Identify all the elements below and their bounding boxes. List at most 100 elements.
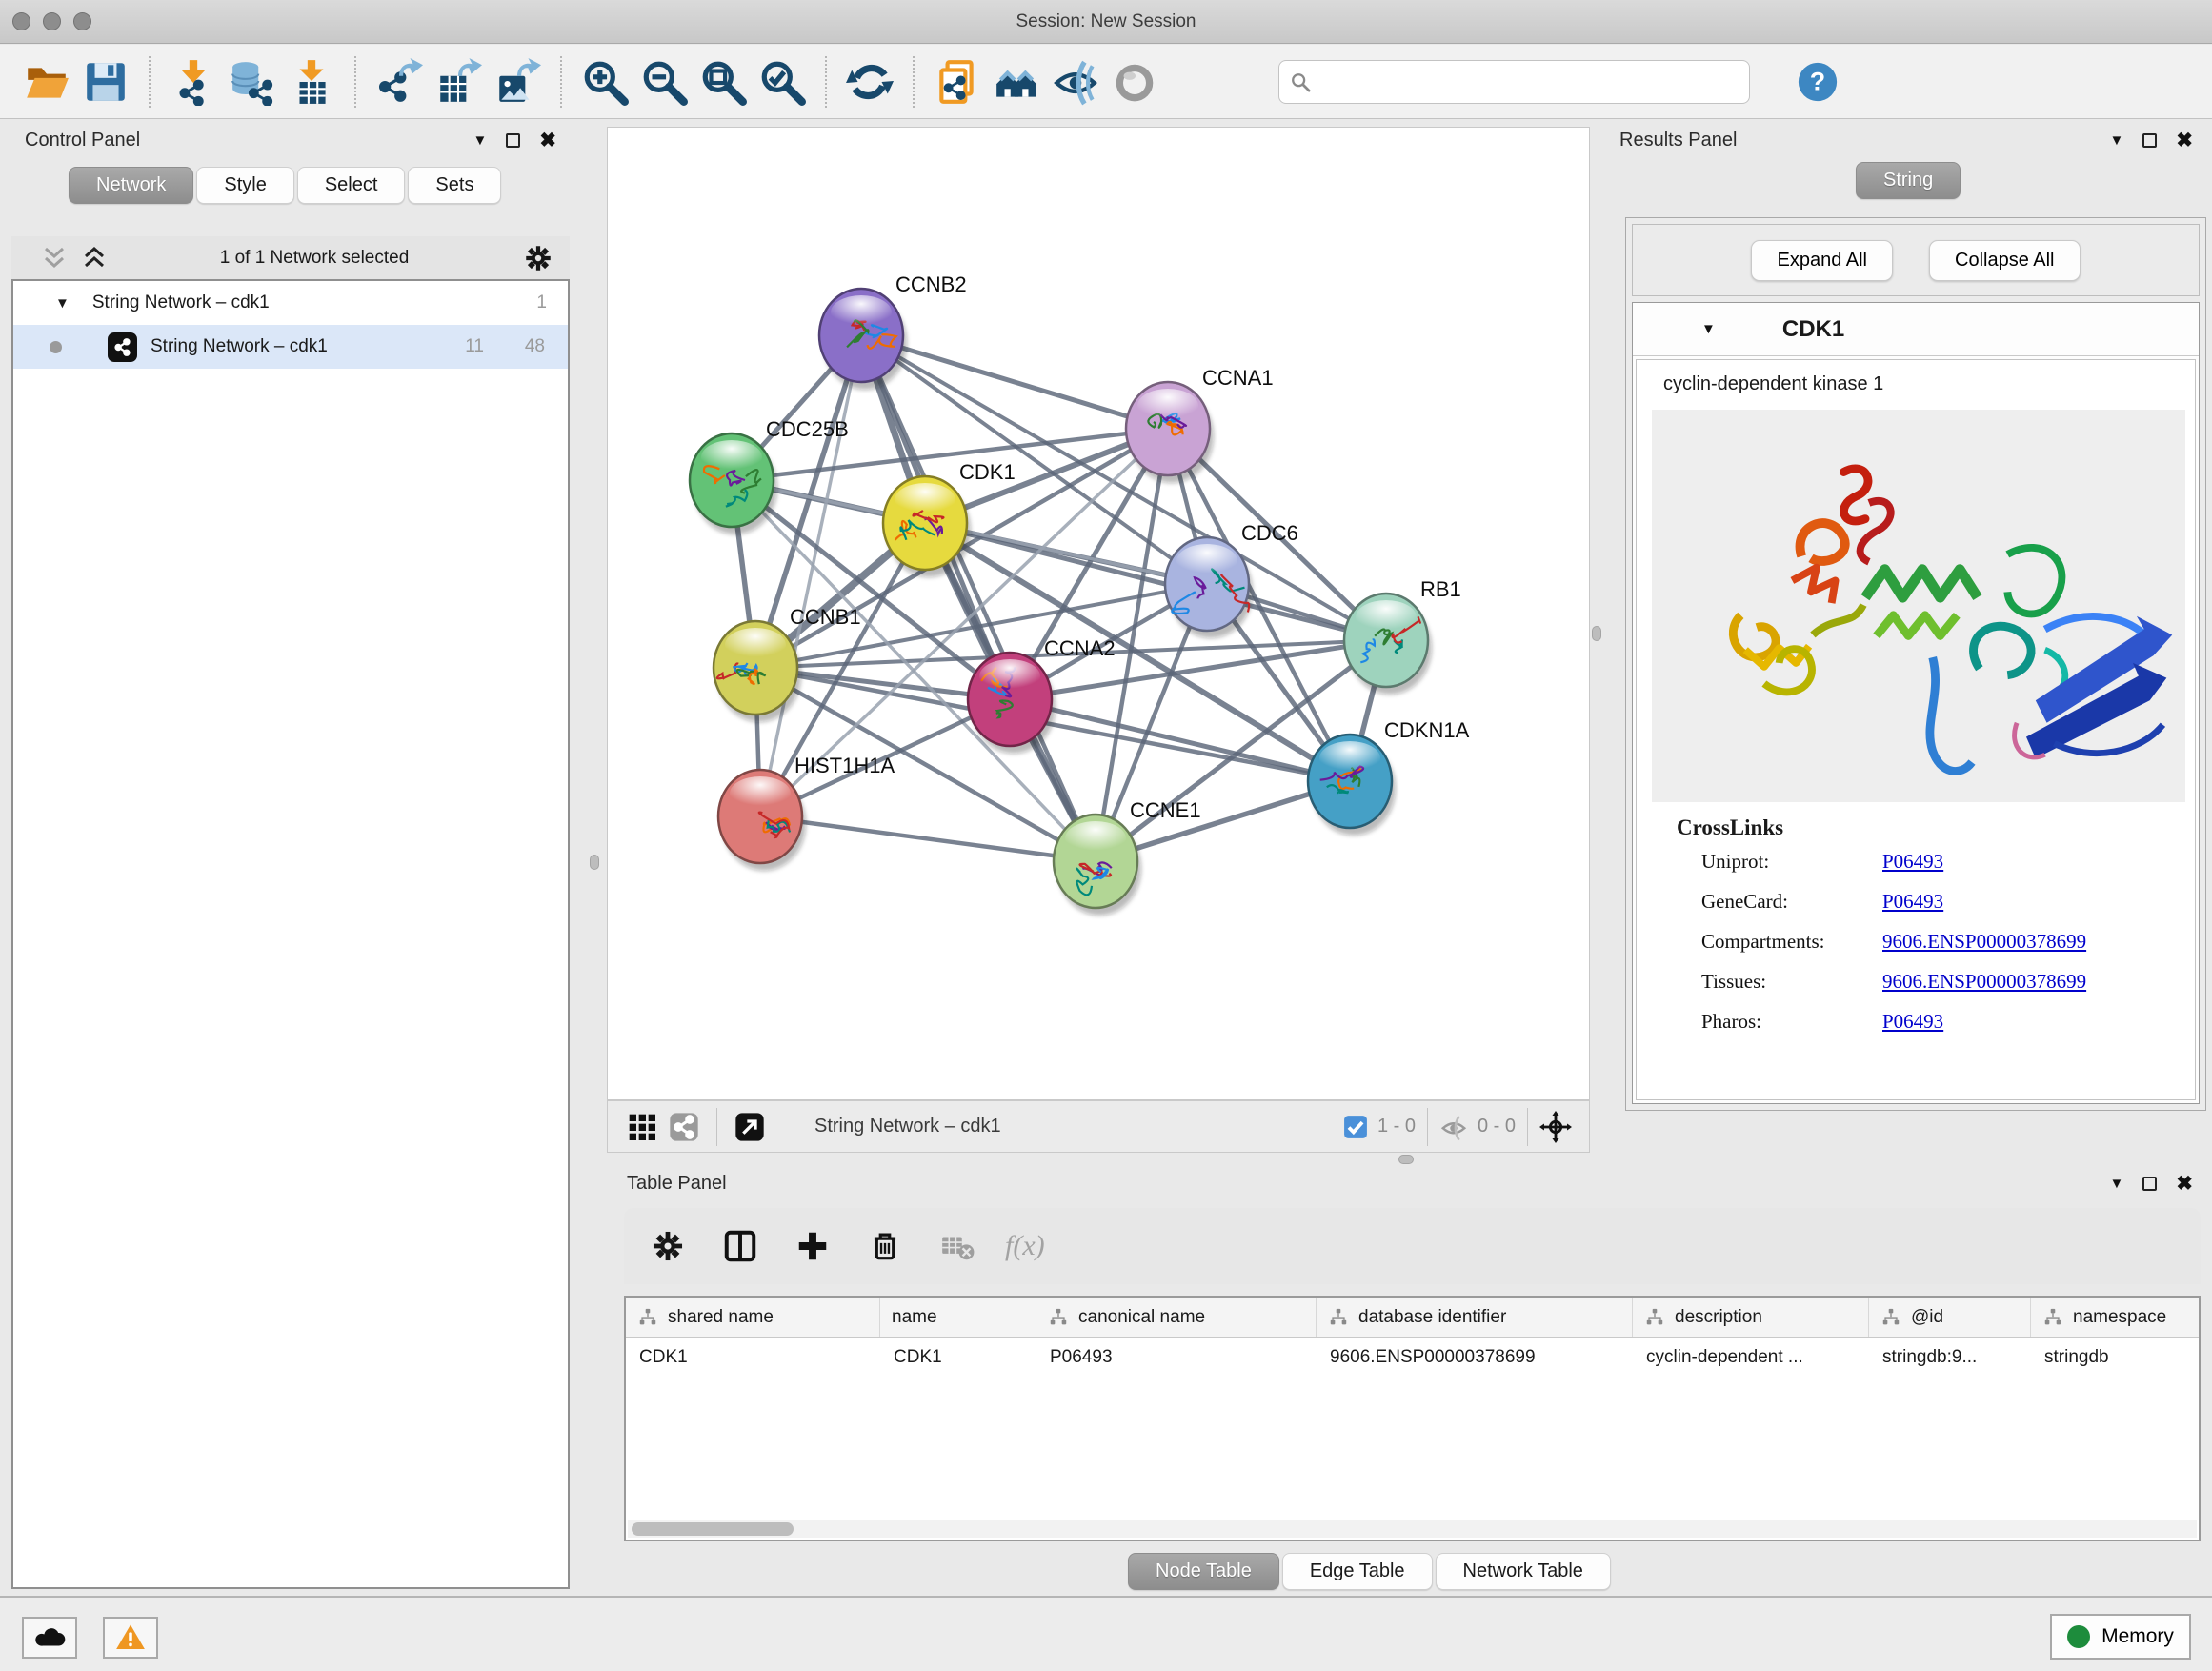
crosslink-value-link[interactable]: 9606.ENSP00000378699 bbox=[1882, 930, 2086, 954]
table-cell[interactable]: 9606.ENSP00000378699 bbox=[1317, 1338, 1633, 1378]
table-cell[interactable]: CDK1 bbox=[626, 1338, 880, 1378]
network-node-rb1[interactable] bbox=[1344, 594, 1432, 695]
hide-panels-button[interactable] bbox=[1046, 52, 1105, 111]
collapse-all-icon[interactable] bbox=[42, 246, 67, 271]
network-node-cdc25b[interactable] bbox=[690, 433, 777, 534]
tab-node-table[interactable]: Node Table bbox=[1128, 1553, 1279, 1590]
network-node-ccnb2[interactable] bbox=[819, 289, 907, 390]
table-cell[interactable]: stringdb:9... bbox=[1869, 1338, 2031, 1378]
zoom-fit-button[interactable] bbox=[694, 52, 753, 111]
table-horizontal-scrollbar[interactable] bbox=[628, 1520, 2197, 1538]
string-view-button[interactable] bbox=[663, 1106, 705, 1148]
expand-all-button[interactable]: Expand All bbox=[1751, 240, 1893, 281]
left-splitter-handle[interactable] bbox=[590, 855, 599, 870]
bottom-splitter-handle[interactable] bbox=[1398, 1155, 1414, 1164]
network-edge-ccnb2-hist1h1a[interactable] bbox=[760, 335, 861, 816]
table-row[interactable]: CDK1CDK1P064939606.ENSP00000378699cyclin… bbox=[626, 1338, 2199, 1378]
fit-content-crosshair-icon[interactable] bbox=[1539, 1111, 1572, 1143]
column-header-namespace[interactable]: namespace bbox=[2031, 1298, 2201, 1337]
column-header-shared-name[interactable]: shared name bbox=[626, 1298, 880, 1337]
refresh-button[interactable] bbox=[840, 52, 899, 111]
birdseye-grid-button[interactable] bbox=[621, 1106, 663, 1148]
column-header-description[interactable]: description bbox=[1633, 1298, 1869, 1337]
protein-section-header[interactable]: ▼ CDK1 bbox=[1633, 303, 2199, 356]
table-panel-close-icon[interactable]: ✖ bbox=[2176, 1174, 2193, 1194]
network-node-ccna1[interactable] bbox=[1126, 382, 1214, 483]
tab-network[interactable]: Network bbox=[69, 167, 193, 204]
help-button[interactable]: ? bbox=[1796, 60, 1840, 104]
memory-label: Memory bbox=[2101, 1625, 2174, 1648]
collapse-all-button[interactable]: Collapse All bbox=[1929, 240, 2081, 281]
function-builder-icon[interactable]: f(x) bbox=[1005, 1230, 1045, 1262]
network-node-ccna2[interactable] bbox=[968, 653, 1056, 754]
table-panel-collapse-icon[interactable]: ▼ bbox=[2110, 1176, 2124, 1192]
delete-table-button[interactable] bbox=[933, 1221, 982, 1271]
network-node-cdkn1a[interactable] bbox=[1308, 735, 1396, 836]
network-node-cdk1[interactable] bbox=[883, 476, 971, 577]
search-input[interactable] bbox=[1278, 60, 1750, 104]
crosslink-value-link[interactable]: P06493 bbox=[1882, 1010, 1943, 1034]
network-row[interactable]: String Network – cdk1 11 48 bbox=[13, 325, 568, 369]
column-header-canonical-name[interactable]: canonical name bbox=[1036, 1298, 1317, 1337]
memory-button[interactable]: Memory bbox=[2050, 1614, 2191, 1660]
network-node-cdc6[interactable] bbox=[1165, 537, 1253, 638]
import-database-button[interactable] bbox=[223, 52, 282, 111]
import-table-button[interactable] bbox=[282, 52, 341, 111]
network-edge-hist1h1a-ccne1[interactable] bbox=[760, 816, 1096, 861]
network-node-ccne1[interactable] bbox=[1054, 815, 1141, 916]
save-button[interactable] bbox=[76, 52, 135, 111]
zoom-out-button[interactable] bbox=[634, 52, 694, 111]
selected-checkbox-icon[interactable] bbox=[1343, 1115, 1368, 1139]
delete-column-button[interactable] bbox=[860, 1221, 910, 1271]
crosslink-value-link[interactable]: 9606.ENSP00000378699 bbox=[1882, 970, 2086, 994]
crosslink-value-link[interactable]: P06493 bbox=[1882, 890, 1943, 914]
results-panel-float-icon[interactable] bbox=[2142, 133, 2157, 148]
collection-expander-icon[interactable]: ▼ bbox=[55, 295, 70, 312]
expand-all-icon[interactable] bbox=[82, 246, 107, 271]
network-options-gear-icon[interactable] bbox=[522, 242, 554, 274]
network-edge-ccnb2-ccna1[interactable] bbox=[861, 335, 1168, 429]
control-panel-float-icon[interactable] bbox=[506, 133, 520, 148]
protein-expander-icon[interactable]: ▼ bbox=[1701, 321, 1716, 337]
table-options-gear-button[interactable] bbox=[643, 1221, 693, 1271]
zoom-in-button[interactable] bbox=[575, 52, 634, 111]
export-table-button[interactable] bbox=[429, 52, 488, 111]
open-in-new-window-button[interactable] bbox=[729, 1106, 771, 1148]
show-columns-button[interactable] bbox=[715, 1221, 765, 1271]
network-edge-ccnb2-ccne1[interactable] bbox=[861, 335, 1096, 861]
right-splitter-handle[interactable] bbox=[1592, 626, 1601, 641]
table-cell[interactable]: cyclin-dependent ... bbox=[1633, 1338, 1869, 1378]
crosslink-value-link[interactable]: P06493 bbox=[1882, 850, 1943, 874]
network-canvas[interactable]: CCNB2CCNA1CDC25BCDK1CDC6RB1CCNB1CCNA2CDK… bbox=[607, 127, 1590, 1100]
show-panels-button[interactable] bbox=[1105, 52, 1164, 111]
export-network-button[interactable] bbox=[370, 52, 429, 111]
zoom-selected-button[interactable] bbox=[753, 52, 812, 111]
table-cell[interactable]: CDK1 bbox=[880, 1338, 1036, 1378]
tab-sets[interactable]: Sets bbox=[408, 167, 501, 204]
import-network-button[interactable] bbox=[164, 52, 223, 111]
warnings-button[interactable] bbox=[103, 1617, 158, 1659]
open-button[interactable] bbox=[17, 52, 76, 111]
column-header-name[interactable]: name bbox=[880, 1298, 1036, 1337]
scrollbar-thumb[interactable] bbox=[632, 1522, 794, 1536]
bundled-apps-button[interactable] bbox=[987, 52, 1046, 111]
add-column-button[interactable] bbox=[788, 1221, 837, 1271]
table-cell[interactable]: stringdb bbox=[2031, 1338, 2201, 1378]
table-cell[interactable]: P06493 bbox=[1036, 1338, 1317, 1378]
cloud-status-button[interactable] bbox=[22, 1617, 77, 1659]
column-header--id[interactable]: @id bbox=[1869, 1298, 2031, 1337]
results-panel-close-icon[interactable]: ✖ bbox=[2176, 131, 2193, 151]
tab-edge-table[interactable]: Edge Table bbox=[1282, 1553, 1433, 1590]
results-panel-collapse-icon[interactable]: ▼ bbox=[2110, 132, 2124, 149]
table-panel-float-icon[interactable] bbox=[2142, 1177, 2157, 1191]
tab-string[interactable]: String bbox=[1856, 162, 1961, 199]
tab-select[interactable]: Select bbox=[297, 167, 406, 204]
control-panel-collapse-icon[interactable]: ▼ bbox=[473, 132, 488, 149]
tab-style[interactable]: Style bbox=[196, 167, 293, 204]
tab-network-table[interactable]: Network Table bbox=[1436, 1553, 1611, 1590]
control-panel-close-icon[interactable]: ✖ bbox=[539, 131, 556, 151]
export-image-button[interactable] bbox=[488, 52, 547, 111]
share-document-button[interactable] bbox=[928, 52, 987, 111]
network-collection-row[interactable]: ▼ String Network – cdk1 1 bbox=[13, 281, 568, 325]
column-header-database-identifier[interactable]: database identifier bbox=[1317, 1298, 1633, 1337]
